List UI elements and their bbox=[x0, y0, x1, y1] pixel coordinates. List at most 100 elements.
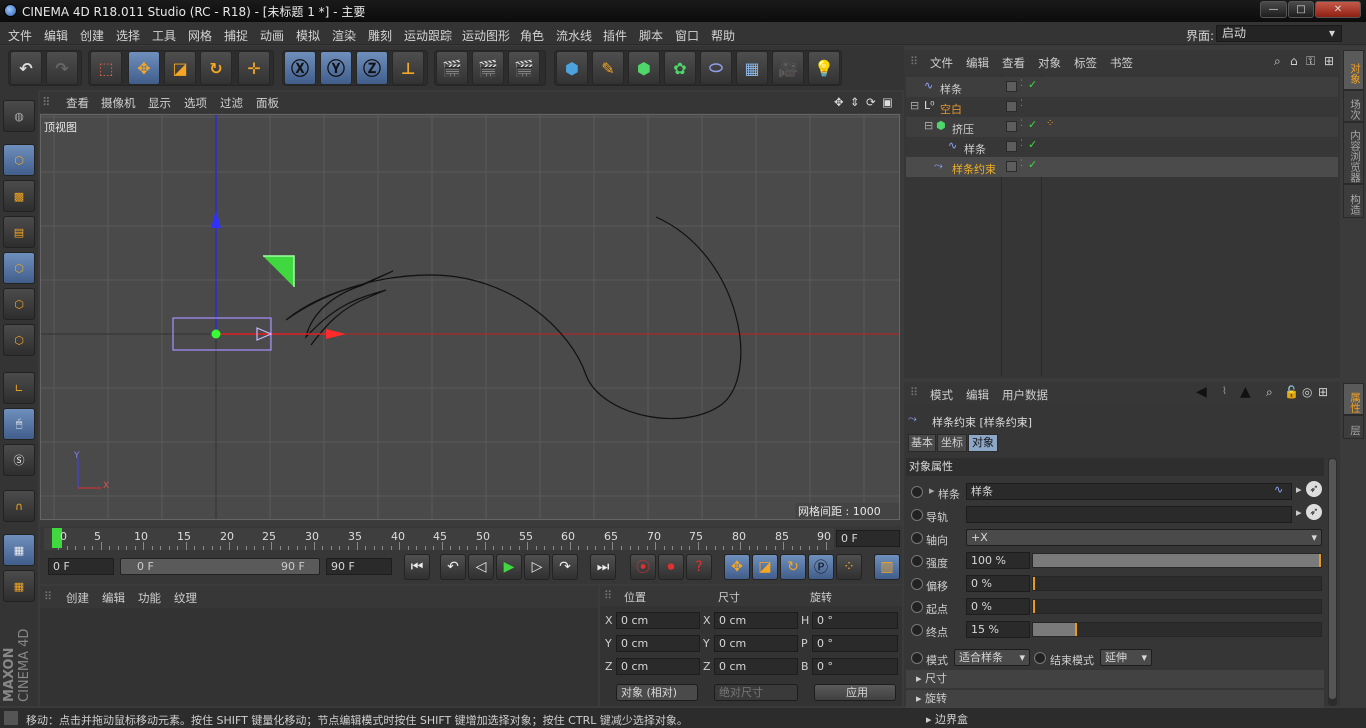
subdivision-surface-icon[interactable]: ⬢ bbox=[628, 51, 660, 85]
menu-arrow-icon[interactable]: ▸ bbox=[1296, 506, 1302, 519]
key-scale-icon[interactable]: ◪ bbox=[752, 554, 778, 580]
z-axis-lock-icon[interactable]: Ⓩ bbox=[356, 51, 388, 85]
render-view-icon[interactable]: 🎬 bbox=[436, 51, 468, 85]
rotation-p-field[interactable]: 0 ° bbox=[812, 635, 898, 652]
animate-axis-radio[interactable] bbox=[911, 532, 923, 544]
live-selection-icon[interactable]: ⬚ bbox=[90, 51, 122, 85]
keyframe-selection-icon[interactable]: ? bbox=[686, 554, 712, 580]
menu-help[interactable]: 帮助 bbox=[711, 27, 735, 44]
menu-file[interactable]: 文件 bbox=[8, 27, 32, 44]
enabled-check-icon[interactable]: ✓ bbox=[1028, 158, 1037, 171]
strength-slider[interactable] bbox=[1032, 553, 1322, 568]
key-parameter-icon[interactable]: Ⓟ bbox=[808, 554, 834, 580]
menu-sculpt[interactable]: 雕刻 bbox=[368, 27, 392, 44]
snap-magnet-icon[interactable]: ∩ bbox=[3, 490, 35, 522]
animate-rail-radio[interactable] bbox=[911, 509, 923, 521]
timeline-ruler[interactable]: 0 5 10 15 20 25 30 35 40 45 50 55 60 65 … bbox=[44, 528, 834, 550]
vp-menu-panel[interactable]: 面板 bbox=[256, 95, 279, 111]
animate-offset-radio[interactable] bbox=[911, 578, 923, 590]
pen-spline-icon[interactable]: ✎ bbox=[592, 51, 624, 85]
axis-dropdown[interactable]: +X ▾ bbox=[966, 529, 1322, 546]
render-dots-icon[interactable]: ⁚ bbox=[1020, 139, 1023, 149]
redo-icon[interactable]: ↷ bbox=[46, 51, 78, 85]
offset-slider[interactable] bbox=[1032, 576, 1322, 591]
model-mode-icon[interactable]: ⬡ bbox=[3, 144, 35, 176]
offset-field[interactable]: 0 % bbox=[966, 575, 1030, 592]
position-z-field[interactable]: 0 cm bbox=[616, 658, 700, 675]
texture-mode-icon[interactable]: ▩ bbox=[3, 180, 35, 212]
menu-character[interactable]: 角色 bbox=[520, 27, 544, 44]
animate-strength-radio[interactable] bbox=[911, 555, 923, 567]
visibility-toggle[interactable] bbox=[1006, 161, 1017, 172]
om-menu-view[interactable]: 查看 bbox=[1002, 55, 1025, 71]
enabled-check-icon[interactable]: ✓ bbox=[1028, 138, 1037, 151]
edges-mode-icon[interactable]: ⬡ bbox=[3, 288, 35, 320]
render-dots-icon[interactable]: ⁚ bbox=[1020, 159, 1023, 169]
tab-basic[interactable]: 基本 bbox=[908, 434, 936, 452]
tab-takes[interactable]: 场次 bbox=[1343, 90, 1364, 122]
visibility-toggle[interactable] bbox=[1006, 121, 1017, 132]
search-icon[interactable]: ⌕ bbox=[1266, 385, 1273, 400]
render-picture-viewer-icon[interactable]: 🎬 bbox=[472, 51, 504, 85]
planar-workplane-icon[interactable]: ▦ bbox=[3, 570, 35, 602]
start-frame-field[interactable]: 0 F bbox=[48, 558, 114, 575]
deformer-icon[interactable]: ⬭ bbox=[700, 51, 732, 85]
polygons-mode-icon[interactable]: ⬡ bbox=[3, 324, 35, 356]
coordinate-system-icon[interactable]: ⊥ bbox=[392, 51, 424, 85]
scale-tool-icon[interactable]: ◪ bbox=[164, 51, 196, 85]
tab-layers[interactable]: 层 bbox=[1343, 415, 1364, 439]
rotation-h-field[interactable]: 0 ° bbox=[812, 612, 898, 629]
record-key-icon[interactable]: ⦿ bbox=[630, 554, 656, 580]
timeline-window-icon[interactable]: ▥ bbox=[874, 554, 900, 580]
rotation-b-field[interactable]: 0 ° bbox=[812, 658, 898, 675]
cloner-icon[interactable]: ✿ bbox=[664, 51, 696, 85]
vp-menu-filter[interactable]: 过滤 bbox=[220, 95, 243, 111]
group-size[interactable]: ▸ 尺寸 bbox=[906, 670, 1324, 688]
light-icon[interactable]: 💡 bbox=[808, 51, 840, 85]
picker-icon[interactable]: ➶ bbox=[1306, 481, 1322, 497]
object-row[interactable]: ∿ 样条 ⁚ ✓ bbox=[906, 137, 1338, 157]
menu-animate[interactable]: 动画 bbox=[260, 27, 284, 44]
minimize-button[interactable]: — bbox=[1260, 1, 1287, 18]
mat-menu-function[interactable]: 功能 bbox=[138, 590, 161, 606]
toggle-view-icon[interactable]: ▣ bbox=[882, 95, 893, 109]
tweak-mode-icon[interactable]: 🖱 bbox=[3, 408, 35, 440]
recent-tool-icon[interactable]: ✛ bbox=[238, 51, 270, 85]
workplane-mode-icon[interactable]: ▤ bbox=[3, 216, 35, 248]
tag-icon[interactable]: ⁘ bbox=[1046, 118, 1054, 129]
key-pla-icon[interactable]: ⁘ bbox=[836, 554, 862, 580]
animate-start-radio[interactable] bbox=[911, 601, 923, 613]
undo-icon[interactable]: ↶ bbox=[10, 51, 42, 85]
am-menu-user-data[interactable]: 用户数据 bbox=[1002, 387, 1048, 403]
size-mode-dropdown[interactable]: 绝对尺寸 bbox=[714, 684, 798, 701]
size-y-field[interactable]: 0 cm bbox=[714, 635, 798, 652]
current-frame-field[interactable]: 0 F bbox=[836, 530, 900, 547]
render-settings-icon[interactable]: 🎬 bbox=[508, 51, 540, 85]
rotate-view-icon[interactable]: ⟳ bbox=[866, 95, 876, 109]
menu-mograph[interactable]: 运动图形 bbox=[462, 27, 510, 44]
animate-end-radio[interactable] bbox=[911, 624, 923, 636]
am-menu-edit[interactable]: 编辑 bbox=[966, 387, 989, 403]
menu-snap[interactable]: 捕捉 bbox=[224, 27, 248, 44]
size-z-field[interactable]: 0 cm bbox=[714, 658, 798, 675]
tab-attributes[interactable]: 属性 bbox=[1343, 383, 1364, 415]
animate-endmode-radio[interactable] bbox=[1034, 652, 1046, 664]
tab-object[interactable]: 对象 bbox=[968, 434, 998, 452]
enabled-check-icon[interactable]: ✓ bbox=[1028, 78, 1037, 91]
lock-icon[interactable]: 🔓 bbox=[1284, 385, 1299, 399]
floor-icon[interactable]: ▦ bbox=[736, 51, 768, 85]
go-to-start-icon[interactable]: ⏮ bbox=[404, 554, 430, 580]
lock-icon[interactable]: ⚿ bbox=[1306, 54, 1315, 69]
end-slider[interactable] bbox=[1032, 622, 1322, 637]
menu-render[interactable]: 渲染 bbox=[332, 27, 356, 44]
workplane-lock-icon[interactable]: ▦ bbox=[3, 534, 35, 566]
end-frame-field[interactable]: 90 F bbox=[326, 558, 392, 575]
pan-view-icon[interactable]: ✥ bbox=[834, 95, 844, 109]
viewport-top[interactable]: 顶视图 Y X 网格间距 : 1000 cm bbox=[40, 114, 900, 520]
menu-mesh[interactable]: 网格 bbox=[188, 27, 212, 44]
render-dots-icon[interactable]: ⁚ bbox=[1020, 119, 1023, 129]
y-axis-lock-icon[interactable]: Ⓨ bbox=[320, 51, 352, 85]
target-icon[interactable]: ◎ bbox=[1302, 385, 1312, 399]
expand-icon[interactable]: ▸ bbox=[929, 484, 935, 497]
render-dots-icon[interactable]: ⁚ bbox=[1020, 79, 1023, 89]
